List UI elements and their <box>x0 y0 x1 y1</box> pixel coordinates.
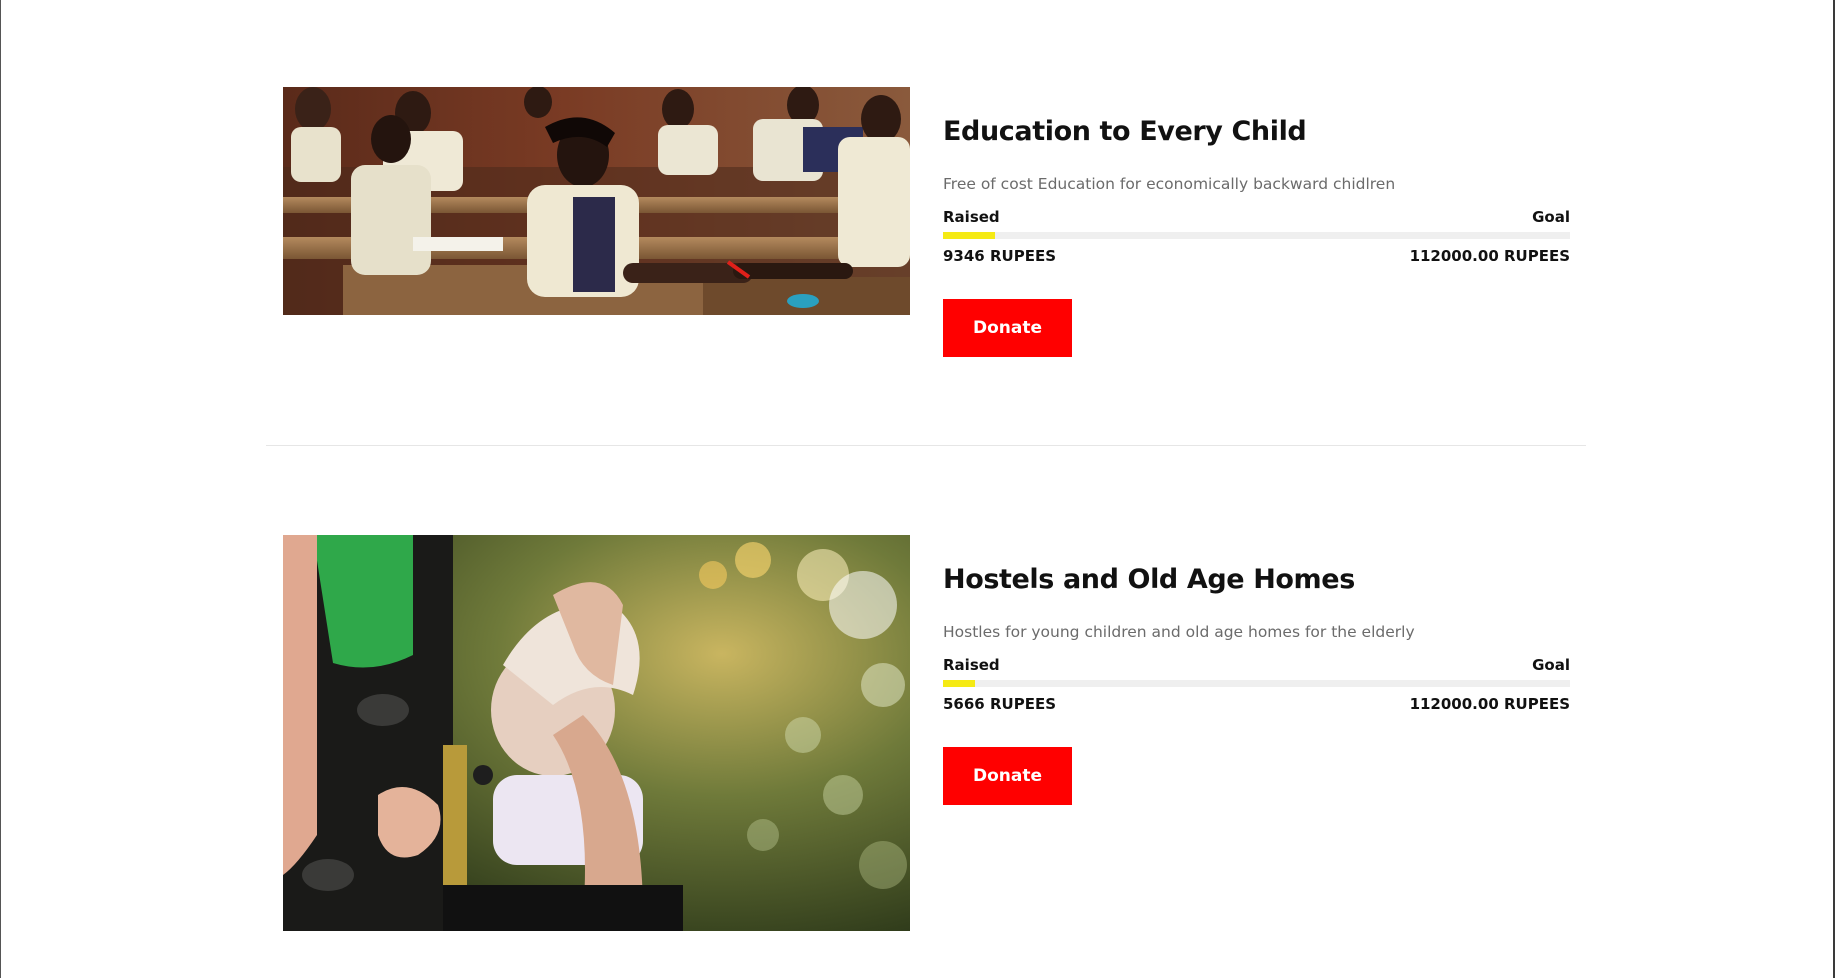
cause-image-elderly[interactable] <box>283 535 910 931</box>
raised-amount: 5666 RUPEES <box>943 695 1056 713</box>
goal-amount: 112000.00 RUPEES <box>1409 695 1570 713</box>
goal-amount: 112000.00 RUPEES <box>1409 247 1570 265</box>
raised-label: Raised <box>943 656 1000 674</box>
raised-label: Raised <box>943 208 1000 226</box>
page-left-border <box>0 0 1 978</box>
raised-amount: 9346 RUPEES <box>943 247 1056 265</box>
progress-bar <box>943 680 1570 687</box>
section-divider <box>266 445 1586 446</box>
cause-description: Free of cost Education for economically … <box>943 175 1396 193</box>
progress-bar-fill <box>943 680 975 687</box>
donate-button[interactable]: Donate <box>943 299 1072 357</box>
progress-bar-fill <box>943 232 996 239</box>
cause-image-classroom[interactable] <box>283 87 910 315</box>
cause-title[interactable]: Education to Every Child <box>943 116 1307 147</box>
progress-bar <box>943 232 1570 239</box>
goal-label: Goal <box>1532 656 1570 674</box>
donate-button[interactable]: Donate <box>943 747 1072 805</box>
cause-title[interactable]: Hostels and Old Age Homes <box>943 564 1355 595</box>
cause-description: Hostles for young children and old age h… <box>943 623 1415 641</box>
goal-label: Goal <box>1532 208 1570 226</box>
